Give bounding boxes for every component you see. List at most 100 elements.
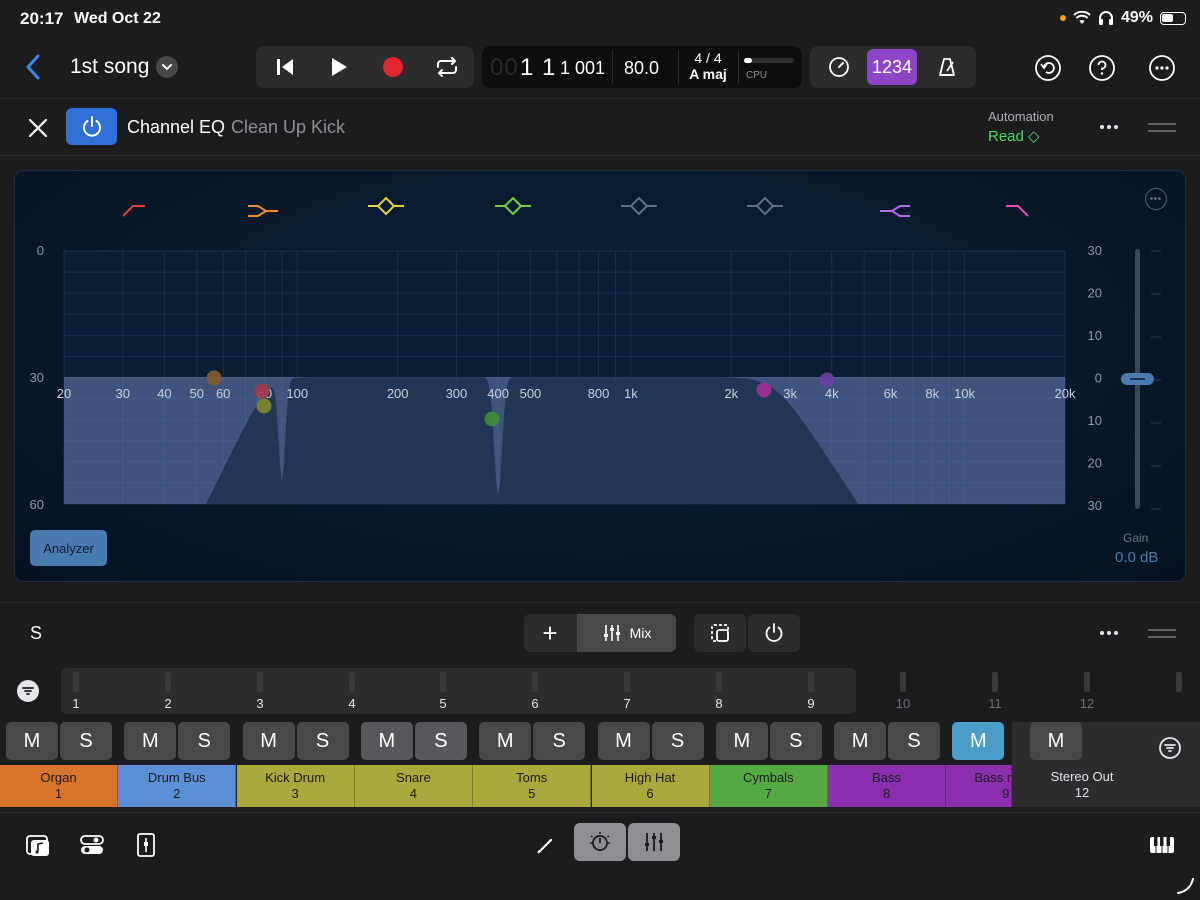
record-button[interactable] xyxy=(366,46,420,88)
low-cut-icon[interactable] xyxy=(122,205,145,217)
track-number[interactable]: 1 xyxy=(66,668,86,711)
add-track-button[interactable]: + xyxy=(524,614,576,652)
mute-button[interactable]: M xyxy=(834,722,887,760)
drag-handle-icon[interactable] xyxy=(1148,123,1176,137)
eq-band-node[interactable] xyxy=(254,383,270,399)
channel-name-strip[interactable]: Bass 8 xyxy=(828,765,947,807)
track-number[interactable]: 3 xyxy=(250,668,270,711)
plugin-power-button[interactable] xyxy=(66,108,117,145)
play-button[interactable] xyxy=(312,46,366,88)
channel-name-strip[interactable]: Kick Drum 3 xyxy=(236,765,355,807)
channel-name-strip[interactable]: Snare 4 xyxy=(354,765,473,807)
track-number[interactable]: 2 xyxy=(158,668,178,711)
channel-name-strip[interactable]: Toms 5 xyxy=(473,765,592,807)
mixer-button[interactable] xyxy=(628,823,680,861)
lcd-tempo: 80.0 xyxy=(624,58,660,78)
eq-band-node[interactable] xyxy=(256,398,272,414)
mute-button[interactable]: M xyxy=(242,722,295,760)
channel-name-strip[interactable]: Bass r9 xyxy=(946,765,1013,807)
bell-icon[interactable] xyxy=(368,196,404,216)
piano-keyboard-icon[interactable] xyxy=(1148,831,1176,859)
solo-button[interactable]: S xyxy=(60,722,112,760)
bell-icon[interactable] xyxy=(621,196,657,216)
solo-button[interactable]: S xyxy=(178,722,231,760)
mute-button[interactable]: M xyxy=(124,722,177,760)
mute-button[interactable]: M xyxy=(479,722,532,760)
channel-name-strip[interactable]: High Hat 6 xyxy=(591,765,710,807)
high-cut-icon[interactable] xyxy=(1006,205,1029,217)
track-number[interactable]: 7 xyxy=(617,668,637,711)
high-shelf-icon[interactable] xyxy=(880,205,910,217)
low-shelf-icon[interactable] xyxy=(248,205,278,217)
preset-name[interactable]: Clean Up Kick xyxy=(231,117,345,138)
mic-indicator-icon xyxy=(1059,15,1066,21)
automation-mode-select[interactable]: Read ◇ xyxy=(988,127,1040,145)
eq-display[interactable]: 2030405060801002003004005008001k2k3k4k6k… xyxy=(14,170,1186,582)
mute-button[interactable]: M xyxy=(1030,722,1082,760)
track-number[interactable]: 5 xyxy=(433,668,453,711)
solo-button[interactable]: S xyxy=(651,722,704,760)
resize-handle-icon[interactable] xyxy=(1176,875,1196,895)
solo-button[interactable]: S xyxy=(533,722,586,760)
bell-icon[interactable] xyxy=(495,196,531,216)
help-icon[interactable] xyxy=(1088,54,1116,82)
count-in-button[interactable]: 1234 xyxy=(867,49,917,85)
track-number[interactable]: 10 xyxy=(893,668,913,711)
go-to-start-button[interactable] xyxy=(258,46,312,88)
toggles-icon[interactable] xyxy=(78,831,106,859)
freq-label: 10k xyxy=(954,386,975,401)
inspector-icon[interactable] xyxy=(132,831,160,859)
lcd-display[interactable]: 00 1 1 1 001 80.0 4 / 4 A maj CPU xyxy=(482,46,802,88)
close-icon[interactable] xyxy=(26,116,50,140)
mix-view-button[interactable]: Mix xyxy=(577,614,676,652)
solo-button[interactable]: S xyxy=(769,722,822,760)
db-label-right: 20 xyxy=(1088,456,1102,471)
pencil-icon[interactable] xyxy=(532,831,560,859)
mute-button[interactable]: M xyxy=(715,722,768,760)
channel-name-strip[interactable]: Drum Bus 2 xyxy=(118,765,237,807)
analyzer-button[interactable]: Analyzer xyxy=(30,530,107,566)
mute-button[interactable]: M xyxy=(360,722,413,760)
track-number[interactable]: 6 xyxy=(525,668,545,711)
track-number[interactable]: 4 xyxy=(342,668,362,711)
track-number[interactable]: 11 xyxy=(985,668,1005,711)
mute-button[interactable]: M xyxy=(597,722,650,760)
eq-band-node[interactable] xyxy=(206,370,222,386)
track-number[interactable]: 8 xyxy=(709,668,729,711)
channel-name-strip[interactable]: Organ 1 xyxy=(0,765,118,807)
track-number[interactable]: 9 xyxy=(801,668,821,711)
track-number[interactable]: 12 xyxy=(1077,668,1097,711)
track-number-strip[interactable] xyxy=(61,668,856,714)
solo-button[interactable]: S xyxy=(296,722,349,760)
channel-name-strip[interactable]: Cymbals 7 xyxy=(709,765,828,807)
select-button[interactable] xyxy=(694,614,746,652)
mixer-more-button[interactable] xyxy=(1100,631,1118,635)
eq-options-icon[interactable] xyxy=(1145,188,1167,210)
freq-label: 20k xyxy=(1055,386,1076,401)
eq-band-node[interactable] xyxy=(484,411,500,427)
filter-icon[interactable] xyxy=(1158,736,1182,760)
bypass-button[interactable] xyxy=(748,614,800,652)
track-number-label: 5 xyxy=(439,696,447,711)
tuner-button[interactable] xyxy=(814,49,864,85)
plugin-more-button[interactable] xyxy=(1100,125,1118,129)
browser-icon[interactable] xyxy=(24,831,52,859)
mute-button[interactable]: M xyxy=(952,722,1005,760)
smart-controls-button[interactable] xyxy=(574,823,626,861)
drag-handle-icon[interactable] xyxy=(1148,629,1176,643)
cycle-button[interactable] xyxy=(420,46,474,88)
eq-band-node[interactable] xyxy=(756,382,772,398)
bell-icon[interactable] xyxy=(747,196,783,216)
more-options-icon[interactable] xyxy=(1148,54,1176,82)
song-menu-button[interactable] xyxy=(156,56,178,78)
song-title[interactable]: 1st song xyxy=(70,55,149,79)
solo-button[interactable]: S xyxy=(414,722,467,760)
mute-button[interactable]: M xyxy=(6,722,58,760)
back-chevron-icon[interactable] xyxy=(22,52,46,82)
solo-button[interactable]: S xyxy=(888,722,941,760)
filter-icon[interactable] xyxy=(17,680,39,702)
undo-icon[interactable] xyxy=(1034,54,1062,82)
metronome-button[interactable] xyxy=(922,49,972,85)
eq-band-node[interactable] xyxy=(819,372,835,388)
eq-graph[interactable]: 2030405060801002003004005008001k2k3k4k6k… xyxy=(15,171,1186,582)
